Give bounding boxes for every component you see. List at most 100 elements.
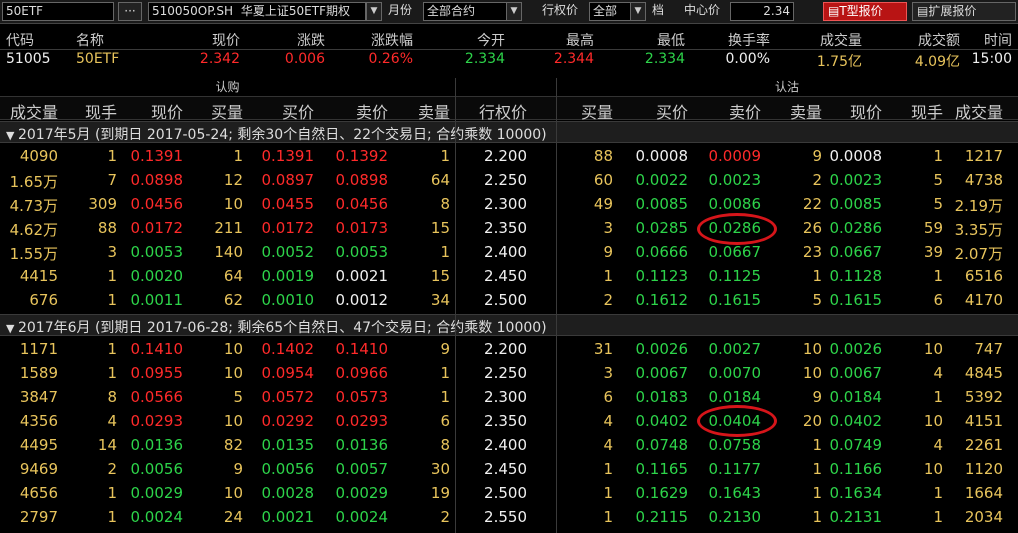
strike-cell: 2.400 bbox=[484, 436, 527, 454]
put-col-ask-price[interactable]: 卖价 bbox=[729, 99, 761, 123]
put-cell: 1664 bbox=[964, 484, 1003, 502]
table-row[interactable]: 4415 1 0.0020 64 0.0019 0.0021 15 2.450 1 0.1123 0… bbox=[0, 264, 1018, 288]
collapse-triangle-icon[interactable]: ▼ bbox=[6, 322, 18, 335]
call-cell: 676 bbox=[29, 291, 58, 309]
month-dropdown-icon[interactable]: ▼ bbox=[506, 2, 522, 21]
put-cell: 0.0067 bbox=[635, 364, 689, 382]
call-cell: 15 bbox=[430, 267, 450, 285]
table-row[interactable]: 4356 4 0.0293 10 0.0292 0.0293 6 2.350 4 0.0402 0.… bbox=[0, 409, 1018, 433]
call-cell: 10 bbox=[223, 340, 243, 358]
put-cell: 0.0666 bbox=[635, 243, 689, 261]
table-row[interactable]: 4495 14 0.0136 82 0.0135 0.0136 8 2.400 4 0.0748 0… bbox=[0, 433, 1018, 457]
call-cell: 0.0456 bbox=[335, 195, 389, 213]
table-row[interactable]: 9469 2 0.0056 9 0.0056 0.0057 30 2.450 1 0.1165 0.… bbox=[0, 457, 1018, 481]
more-button[interactable]: ··· bbox=[118, 2, 142, 21]
put-col-volume[interactable]: 成交量 bbox=[955, 99, 1003, 123]
expiry-section-title: ▼ 2017年5月 (到期日 2017-05-24; 剩余30个自然日、22个交… bbox=[6, 124, 547, 144]
put-col-last-price[interactable]: 现价 bbox=[850, 99, 882, 123]
put-cell: 1217 bbox=[964, 147, 1003, 165]
put-cell: 2.19万 bbox=[954, 197, 1003, 215]
call-col-last-price[interactable]: 现价 bbox=[151, 99, 183, 123]
put-cell: 0.0070 bbox=[708, 364, 762, 382]
put-col-bid-qty[interactable]: 买量 bbox=[581, 99, 613, 123]
month-label: 月份 bbox=[388, 3, 413, 17]
call-cell: 8 bbox=[107, 388, 117, 406]
put-col-ask-qty[interactable]: 卖量 bbox=[790, 99, 822, 123]
call-cell: 0.0135 bbox=[261, 436, 315, 454]
put-cell: 0.0758 bbox=[708, 436, 762, 454]
put-col-bid-price[interactable]: 买价 bbox=[656, 99, 688, 123]
put-cell: 1 bbox=[603, 508, 613, 526]
call-col-ask-qty[interactable]: 卖量 bbox=[418, 99, 450, 123]
collapse-triangle-icon[interactable]: ▼ bbox=[6, 129, 18, 142]
quote-header-turnover: 换手率 bbox=[728, 33, 770, 49]
strike-select[interactable]: 全部 bbox=[589, 2, 631, 21]
put-cell: 0.1634 bbox=[829, 484, 883, 502]
call-group-title: 认购 bbox=[215, 80, 240, 94]
put-cell: 60 bbox=[593, 171, 613, 189]
table-row[interactable]: 676 1 0.0011 62 0.0010 0.0012 34 2.500 2 0.1612 0.… bbox=[0, 288, 1018, 312]
call-cell: 88 bbox=[97, 219, 117, 237]
strike-cell: 2.250 bbox=[484, 364, 527, 382]
table-row[interactable]: 1589 1 0.0955 10 0.0954 0.0966 1 2.250 3 0.0067 0.… bbox=[0, 361, 1018, 385]
put-cell: 0.1165 bbox=[635, 460, 689, 478]
call-cell: 0.0898 bbox=[130, 171, 184, 189]
table-row[interactable]: 1.55万 3 0.0053 140 0.0052 0.0053 1 2.400 9 0.0666… bbox=[0, 240, 1018, 264]
table-row[interactable]: 1171 1 0.1410 10 0.1402 0.1410 9 2.200 31 0.0026 0… bbox=[0, 337, 1018, 361]
put-cell: 1 bbox=[933, 388, 943, 406]
call-cell: 0.0021 bbox=[335, 267, 389, 285]
put-cell: 0.0027 bbox=[708, 340, 762, 358]
strike-col[interactable]: 行权价 bbox=[479, 99, 527, 123]
put-cell: 0.0402 bbox=[635, 412, 689, 430]
put-cell: 0.2115 bbox=[635, 508, 689, 526]
put-cell: 0.0085 bbox=[829, 195, 883, 213]
call-cell: 1 bbox=[440, 364, 450, 382]
quote-header-time: 时间 bbox=[984, 33, 1012, 49]
put-cell: 0.0285 bbox=[635, 219, 689, 237]
call-cell: 2 bbox=[440, 508, 450, 526]
expiry-section-header[interactable]: ▼ 2017年6月 (到期日 2017-06-28; 剩余65个自然日、47个交… bbox=[0, 314, 1018, 336]
call-col-volume[interactable]: 成交量 bbox=[10, 99, 58, 123]
table-row[interactable]: 3847 8 0.0566 5 0.0572 0.0573 1 2.300 6 0.0183 0.0… bbox=[0, 385, 1018, 409]
t-quote-button[interactable]: ▤T型报价 bbox=[823, 2, 907, 21]
put-cell: 0.1615 bbox=[829, 291, 883, 309]
call-cell: 3 bbox=[107, 243, 117, 261]
expiry-title-text: 2017年5月 (到期日 2017-05-24; 剩余30个自然日、22个交易日… bbox=[17, 127, 547, 143]
symbol-field[interactable]: 50ETF bbox=[2, 2, 114, 21]
call-cell: 4356 bbox=[19, 412, 58, 430]
call-cell: 8 bbox=[440, 195, 450, 213]
call-cell: 19 bbox=[430, 484, 450, 502]
ext-quote-button[interactable]: ▤扩展报价 bbox=[912, 2, 1016, 21]
put-cell: 1 bbox=[933, 508, 943, 526]
call-cell: 0.0173 bbox=[335, 219, 389, 237]
put-cell: 59 bbox=[923, 219, 943, 237]
call-cell: 0.0012 bbox=[335, 291, 389, 309]
center-price-input[interactable]: 2.34 bbox=[730, 2, 794, 21]
contract-field[interactable]: 510050OP.SH 华夏上证50ETF期权 bbox=[148, 2, 366, 21]
table-row[interactable]: 2797 1 0.0024 24 0.0021 0.0024 2 2.550 1 0.2115 0.… bbox=[0, 505, 1018, 529]
strike-dropdown-icon[interactable]: ▼ bbox=[630, 2, 646, 21]
call-cell: 30 bbox=[430, 460, 450, 478]
call-cell: 34 bbox=[430, 291, 450, 309]
put-cell: 0.0008 bbox=[829, 147, 883, 165]
put-cell: 1 bbox=[603, 484, 613, 502]
put-cell: 0.0022 bbox=[635, 171, 689, 189]
contract-dropdown-icon[interactable]: ▼ bbox=[366, 2, 382, 21]
put-col-last-qty[interactable]: 现手 bbox=[911, 99, 943, 123]
table-row[interactable]: 4.73万 309 0.0456 10 0.0455 0.0456 8 2.300 49 0.00… bbox=[0, 192, 1018, 216]
expiry-section-header[interactable]: ▼ 2017年5月 (到期日 2017-05-24; 剩余30个自然日、22个交… bbox=[0, 121, 1018, 143]
put-cell: 0.0023 bbox=[708, 171, 762, 189]
table-row[interactable]: 4090 1 0.1391 1 0.1391 0.1392 1 2.200 88 0.0008 0.… bbox=[0, 144, 1018, 168]
call-col-bid-price[interactable]: 买价 bbox=[282, 99, 314, 123]
table-row[interactable]: 1.65万 7 0.0898 12 0.0897 0.0898 64 2.250 60 0.002… bbox=[0, 168, 1018, 192]
call-col-last-qty[interactable]: 现手 bbox=[85, 99, 117, 123]
table-row[interactable]: 4.62万 88 0.0172 211 0.0172 0.0173 15 2.350 3 0.02… bbox=[0, 216, 1018, 240]
strike-cell: 2.300 bbox=[484, 195, 527, 213]
put-cell: 31 bbox=[593, 340, 613, 358]
call-col-bid-qty[interactable]: 买量 bbox=[211, 99, 243, 123]
month-select[interactable]: 全部合约 bbox=[423, 2, 507, 21]
call-col-ask-price[interactable]: 卖价 bbox=[356, 99, 388, 123]
call-cell: 82 bbox=[223, 436, 243, 454]
put-cell: 5 bbox=[812, 291, 822, 309]
table-row[interactable]: 4656 1 0.0029 10 0.0028 0.0029 19 2.500 1 0.1629 0… bbox=[0, 481, 1018, 505]
